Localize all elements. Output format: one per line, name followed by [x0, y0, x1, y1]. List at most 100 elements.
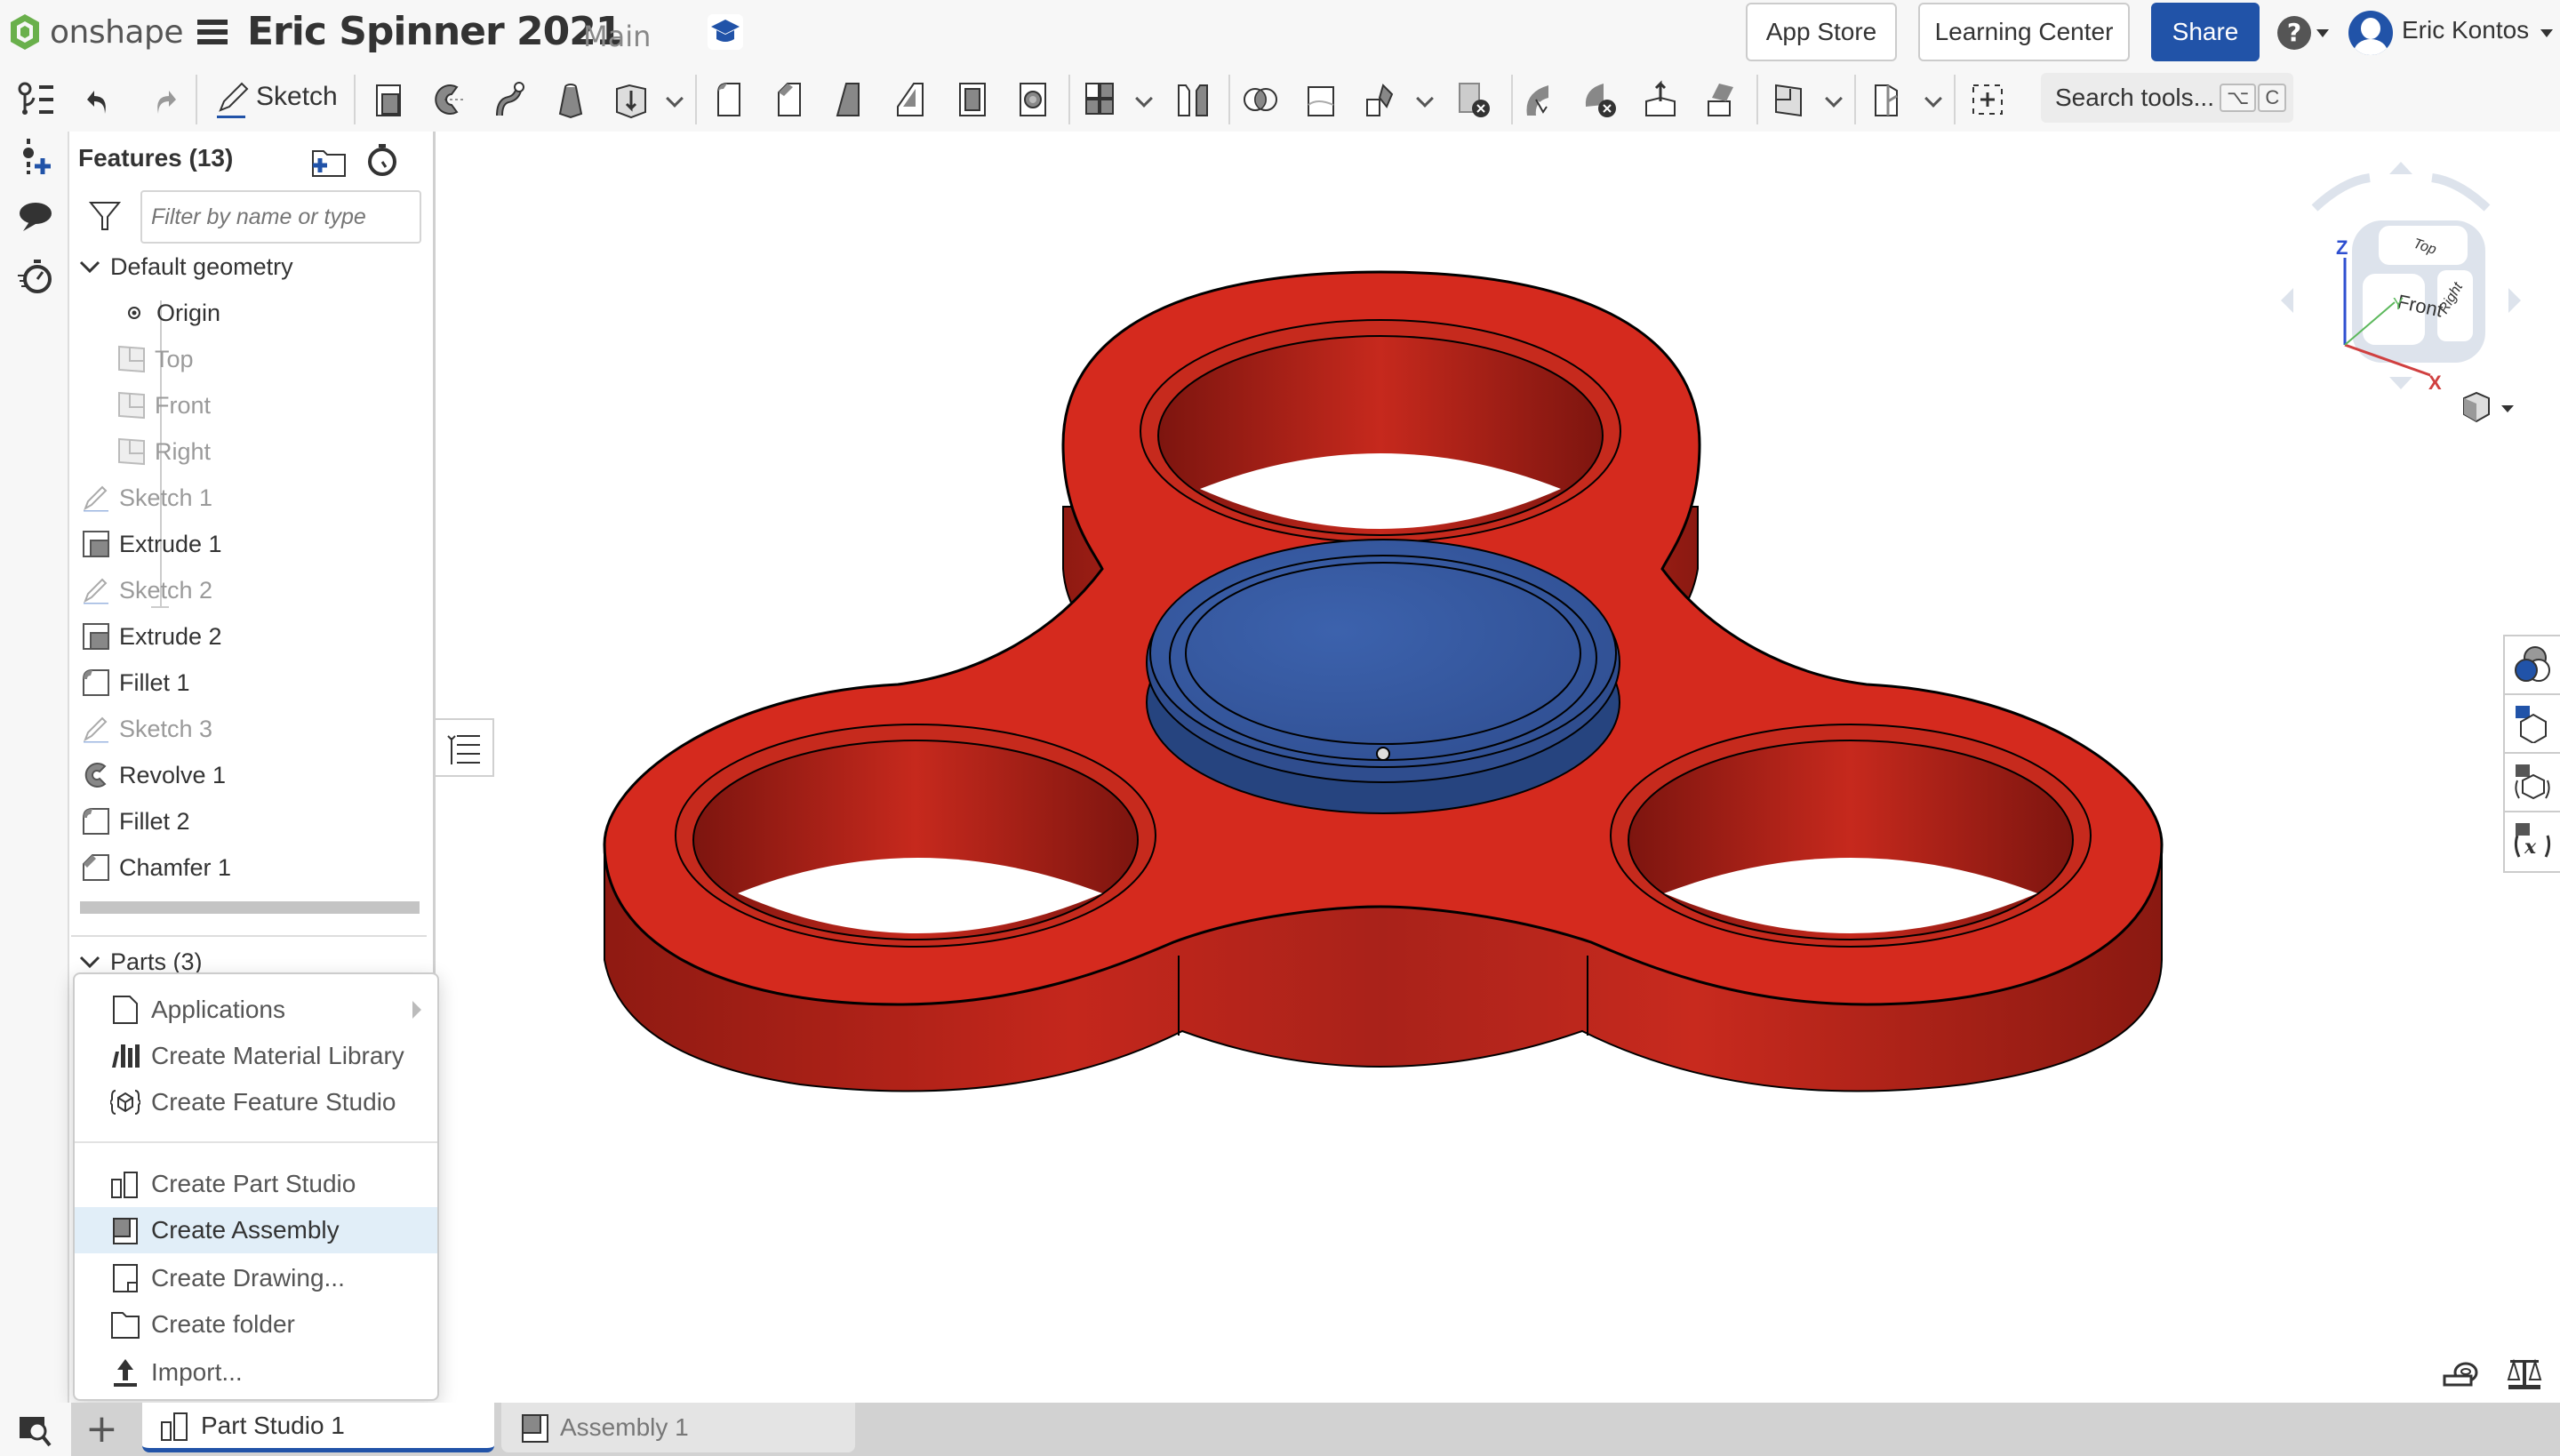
assembly-icon	[522, 1414, 548, 1443]
delete-part-icon[interactable]	[1454, 80, 1493, 119]
variable-studio-icon[interactable]	[2512, 761, 2553, 802]
feature-item-extrude-2[interactable]: Extrude 2	[82, 615, 222, 658]
avatar[interactable]	[2348, 11, 2393, 55]
share-button[interactable]: Share	[2151, 3, 2260, 61]
tab-label: Assembly 1	[560, 1413, 689, 1441]
tree-item-origin[interactable]: Origin	[121, 292, 220, 334]
fillet-icon[interactable]	[711, 80, 750, 119]
plane-icon[interactable]	[1771, 80, 1810, 119]
app-store-button[interactable]: App Store	[1746, 3, 1897, 61]
parts-label: Parts (3)	[110, 948, 203, 975]
hamburger-menu-icon[interactable]	[197, 20, 228, 44]
add-folder-icon[interactable]	[311, 146, 347, 178]
configurations-icon[interactable]	[2512, 702, 2553, 743]
thicken-icon[interactable]	[612, 80, 651, 119]
revolve-icon[interactable]	[430, 80, 469, 119]
part-studio-feature-icon[interactable]	[1870, 80, 1909, 119]
rollback-bar[interactable]	[80, 901, 420, 914]
boolean-icon[interactable]	[1241, 80, 1280, 119]
chevron-down-icon[interactable]	[78, 950, 101, 973]
tab-assembly-1[interactable]: Assembly 1	[501, 1403, 855, 1452]
menu-item-import[interactable]: Import...	[75, 1349, 437, 1396]
replace-face-icon[interactable]	[1701, 80, 1740, 119]
tree-item-top-plane[interactable]: Top	[117, 338, 194, 380]
menu-item-create-folder[interactable]: Create folder	[75, 1301, 437, 1348]
shortcut-key-c: C	[2258, 84, 2287, 112]
tree-item-label: Right	[155, 437, 212, 465]
default-geometry-group[interactable]: Default geometry	[78, 245, 293, 288]
menu-item-applications[interactable]: Applications	[75, 987, 437, 1033]
modify-fillet-icon[interactable]	[1520, 80, 1559, 119]
mass-properties-icon[interactable]	[2507, 1356, 2542, 1392]
search-tabs-icon[interactable]	[18, 1413, 53, 1449]
chamfer-icon[interactable]	[772, 80, 811, 119]
fidget-spinner-model[interactable]	[494, 132, 2560, 1403]
loft-icon[interactable]	[551, 80, 590, 119]
sketch-button-label[interactable]: Sketch	[256, 82, 338, 112]
learning-center-button[interactable]: Learning Center	[1918, 3, 2130, 61]
search-tools-placeholder: Search tools...	[2055, 84, 2214, 111]
user-name[interactable]: Eric Kontos	[2402, 16, 2529, 44]
comments-icon[interactable]	[16, 197, 55, 236]
feature-item-sketch-1[interactable]: Sketch 1	[82, 476, 212, 519]
onshape-logo[interactable]: onshape	[9, 12, 183, 52]
part-studio-icon	[111, 1172, 138, 1198]
linear-pattern-icon[interactable]	[1081, 80, 1120, 119]
menu-item-create-material-library[interactable]: Create Material Library	[75, 1033, 437, 1079]
menu-item-create-drawing[interactable]: Create Drawing...	[75, 1255, 437, 1301]
feature-filter-input[interactable]	[140, 190, 421, 244]
tree-item-front-plane[interactable]: Front	[117, 384, 211, 427]
menu-item-create-part-studio[interactable]: Create Part Studio	[75, 1161, 437, 1207]
user-caret-icon[interactable]	[2540, 29, 2553, 37]
performance-timer-icon[interactable]	[16, 256, 55, 295]
rib-icon[interactable]	[892, 80, 932, 119]
undo-icon[interactable]	[82, 80, 121, 119]
redo-icon[interactable]	[142, 80, 181, 119]
axis-y-label: Y	[2393, 295, 2404, 313]
feature-list-icon[interactable]	[16, 80, 55, 119]
document-title[interactable]: Eric Spinner 2021	[247, 9, 622, 54]
tree-item-right-plane[interactable]: Right	[117, 430, 211, 473]
menu-item-create-feature-studio[interactable]: Create Feature Studio	[75, 1079, 437, 1125]
help-caret-icon[interactable]	[2316, 29, 2329, 37]
feature-item-sketch-3[interactable]: Sketch 3	[82, 708, 212, 750]
split-icon[interactable]	[1301, 80, 1340, 119]
measure-tool-icon[interactable]	[2443, 1358, 2478, 1394]
add-custom-feature-icon[interactable]	[1968, 80, 2007, 119]
sketch-icon[interactable]	[213, 80, 252, 119]
fillet-icon	[83, 808, 109, 835]
extrude-icon	[83, 531, 109, 557]
feature-item-sketch-2[interactable]: Sketch 2	[82, 569, 212, 612]
shell-icon[interactable]	[953, 80, 992, 119]
mirror-icon[interactable]	[1173, 80, 1212, 119]
move-face-icon[interactable]	[1641, 80, 1680, 119]
transform-icon[interactable]	[1362, 80, 1401, 119]
graduation-cap-icon[interactable]	[708, 14, 743, 50]
feature-item-fillet-1[interactable]: Fillet 1	[82, 661, 190, 704]
feature-item-chamfer-1[interactable]: Chamfer 1	[82, 846, 231, 889]
help-icon[interactable]: ?	[2277, 16, 2311, 50]
rollback-timer-icon[interactable]	[364, 142, 400, 178]
search-tools-input[interactable]: Search tools... ⌥ C	[2041, 73, 2293, 123]
feature-item-extrude-1[interactable]: Extrude 1	[82, 523, 222, 565]
feature-item-fillet-2[interactable]: Fillet 2	[82, 800, 190, 843]
tab-part-studio-1[interactable]: Part Studio 1	[142, 1403, 494, 1452]
extrude-icon[interactable]	[370, 80, 409, 119]
appearances-icon[interactable]	[2512, 644, 2553, 684]
branch-label[interactable]: Main	[583, 20, 651, 53]
menu-item-create-assembly[interactable]: Create Assembly	[75, 1207, 437, 1253]
variables-icon[interactable]: x	[2512, 820, 2553, 860]
sweep-icon[interactable]	[491, 80, 530, 119]
chevron-down-icon[interactable]	[78, 255, 101, 278]
feature-item-revolve-1[interactable]: Revolve 1	[82, 754, 226, 796]
view-options-icon[interactable]	[2459, 389, 2521, 428]
graphics-viewport[interactable]: Front Top Right Z X Y x	[494, 132, 2560, 1403]
filter-icon[interactable]	[89, 199, 121, 231]
delete-face-icon[interactable]	[1580, 80, 1620, 119]
hole-icon[interactable]	[1013, 80, 1052, 119]
insert-mate-connector-icon[interactable]	[16, 137, 55, 176]
view-cube[interactable]: Front Top Right Z X Y	[2263, 149, 2539, 398]
add-tab-button[interactable]: +	[85, 1410, 118, 1449]
draft-icon[interactable]	[832, 80, 871, 119]
collapse-panel-button[interactable]	[436, 718, 494, 777]
